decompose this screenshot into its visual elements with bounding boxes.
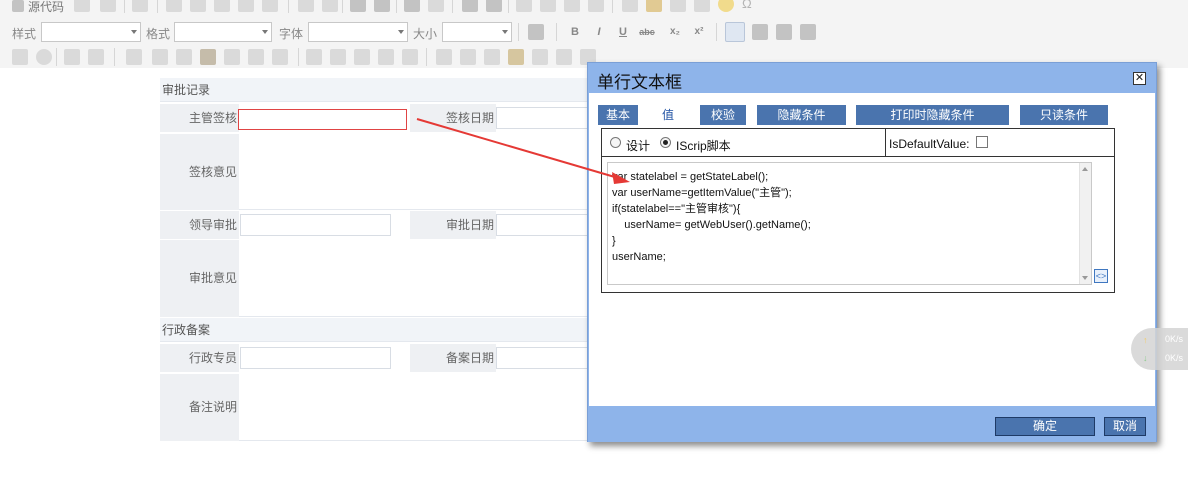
upload-speed: 0K/s [1165,334,1184,344]
network-speed-widget[interactable]: ↑ 0K/s ↓ 0K/s [1131,328,1188,370]
annotation-arrow-line [416,118,626,181]
upload-arrow-icon: ↑ [1143,335,1148,345]
download-arrow-icon: ↓ [1143,353,1148,363]
annotation-arrow [416,118,630,184]
annotation-arrow-head [612,172,630,184]
download-speed: 0K/s [1165,353,1184,363]
